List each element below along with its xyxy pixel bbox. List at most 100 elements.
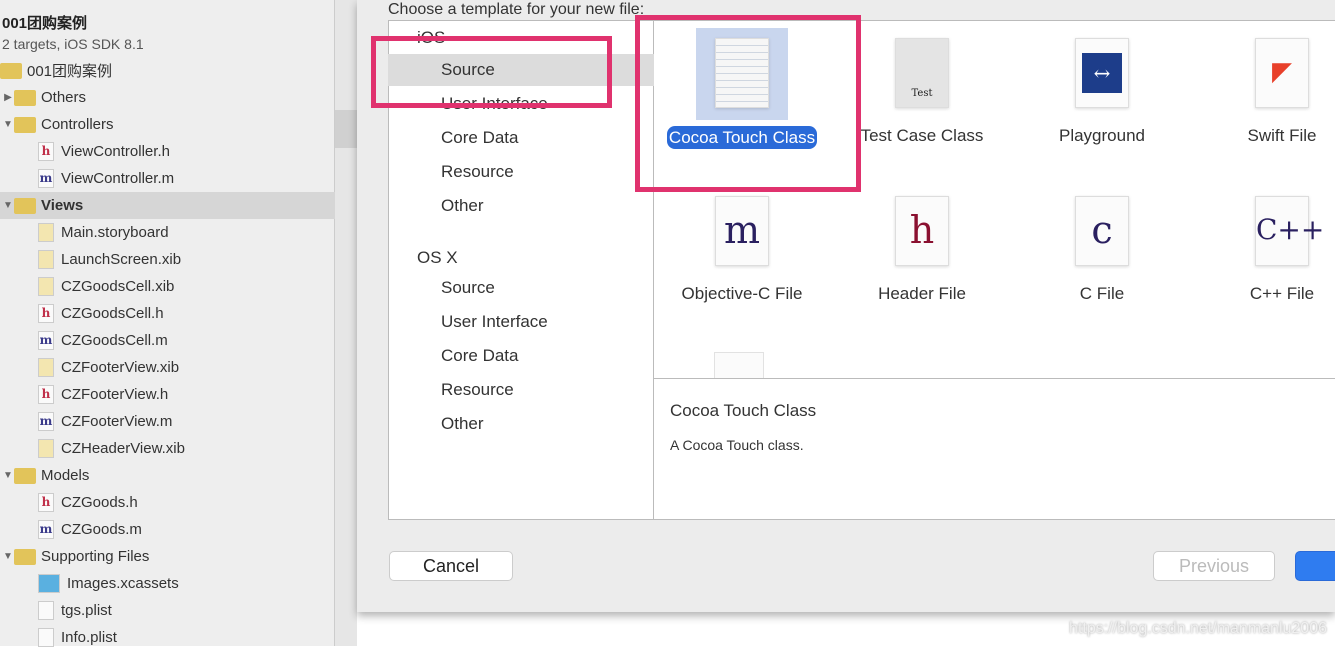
m-file-icon: m	[38, 412, 54, 431]
navigator-item-label: tgs.plist	[61, 602, 112, 619]
navigator-item-label: CZGoods.h	[61, 494, 138, 511]
disclosure-triangle-icon[interactable]: ▼	[2, 119, 14, 130]
disclosure-triangle-icon[interactable]: ▶	[2, 92, 14, 103]
navigator-item[interactable]: h CZFooterView.h	[0, 381, 335, 408]
navigator-item[interactable]: m CZFooterView.m	[0, 408, 335, 435]
template-description: Cocoa Touch Class A Cocoa Touch class.	[654, 378, 1335, 519]
category-other[interactable]: Other	[441, 414, 484, 434]
navigator-item[interactable]: m CZGoodsCell.m	[0, 327, 335, 354]
navigator-item[interactable]: CZGoodsCell.xib	[0, 273, 335, 300]
h-file-icon: h	[38, 385, 54, 404]
navigator-item[interactable]: h ViewController.h	[0, 138, 335, 165]
xib-file-icon	[38, 250, 54, 269]
category-core-data[interactable]: Core Data	[441, 346, 518, 366]
navigator-item-label: Supporting Files	[41, 548, 150, 565]
navigator-item[interactable]: ▼ Models	[0, 462, 335, 489]
navigator-item-label: CZHeaderView.xib	[61, 440, 185, 457]
navigator-item[interactable]: ▼ Controllers	[0, 111, 335, 138]
category-resource[interactable]: Resource	[441, 162, 514, 182]
template-icon: ◤	[1255, 38, 1309, 108]
section-header: OS X	[417, 248, 458, 267]
navigator-item[interactable]: 001团购案例	[0, 57, 335, 84]
navigator-item[interactable]: LaunchScreen.xib	[0, 246, 335, 273]
template-c++-file[interactable]: C++ C++ File	[1197, 196, 1335, 304]
template-label: C File	[1079, 284, 1125, 303]
category-source[interactable]: Source	[441, 278, 495, 298]
template-label: C++ File	[1249, 284, 1315, 303]
template-icon: c	[1075, 196, 1129, 266]
folder-icon	[14, 467, 36, 484]
navigator-item[interactable]: tgs.plist	[0, 597, 335, 624]
navigator-item[interactable]: ▶ Others	[0, 84, 335, 111]
navigator-item-label: ViewController.h	[61, 143, 170, 160]
template-label: Swift File	[1247, 126, 1317, 145]
template-header-file[interactable]: h Header File	[837, 196, 1007, 304]
template-icon: m	[715, 196, 769, 266]
navigator-item-label: Controllers	[41, 116, 114, 133]
previous-button[interactable]: Previous	[1153, 551, 1275, 581]
template-label: Test Case Class	[860, 126, 984, 145]
folder-icon	[14, 548, 36, 565]
template-icon: h	[895, 196, 949, 266]
h-file-icon: h	[38, 304, 54, 323]
watermark: https://blog.csdn.net/manmanlu2006	[1069, 620, 1327, 637]
template-c-file[interactable]: c C File	[1017, 196, 1187, 304]
navigator-item-label: Main.storyboard	[61, 224, 169, 241]
navigator-item-label: Info.plist	[61, 629, 117, 646]
template-icon: C++	[1255, 196, 1324, 266]
highlight-box-cocoa-touch	[635, 15, 861, 192]
disclosure-triangle-icon[interactable]: ▼	[2, 470, 14, 481]
navigator-item[interactable]: Main.storyboard	[0, 219, 335, 246]
xib-file-icon	[38, 277, 54, 296]
template-swift-file[interactable]: ◤ Swift File	[1197, 38, 1335, 146]
cancel-button[interactable]: Cancel	[389, 551, 513, 581]
navigator-item-label: CZGoodsCell.m	[61, 332, 168, 349]
navigator-item[interactable]: Images.xcassets	[0, 570, 335, 597]
navigator-item[interactable]: m CZGoods.m	[0, 516, 335, 543]
template-objective-c-file[interactable]: m Objective-C File	[657, 196, 827, 304]
navigator-item[interactable]: m ViewController.m	[0, 165, 335, 192]
navigator-item-label: Models	[41, 467, 90, 484]
category-resource[interactable]: Resource	[441, 380, 514, 400]
navigator-item-label: 001团购案例	[27, 63, 113, 80]
category-other[interactable]: Other	[441, 196, 484, 216]
template-label: Header File	[878, 284, 966, 303]
sb-file-icon	[38, 223, 54, 242]
scrollbar[interactable]	[335, 0, 357, 646]
h-file-icon: h	[38, 142, 54, 161]
m-file-icon: m	[38, 169, 54, 188]
navigator-item-label: Others	[41, 89, 87, 106]
navigator-item[interactable]: Info.plist	[0, 624, 335, 651]
navigator-item[interactable]: CZFooterView.xib	[0, 354, 335, 381]
category-user-interface[interactable]: User Interface	[441, 312, 548, 332]
navigator-item-label: CZFooterView.xib	[61, 359, 180, 376]
navigator-item[interactable]: h CZGoodsCell.h	[0, 300, 335, 327]
folder-icon	[14, 89, 36, 106]
navigator-item[interactable]: ▼ Supporting Files	[0, 543, 335, 570]
template-icon: Test	[895, 38, 949, 108]
disclosure-triangle-icon[interactable]: ▼	[2, 551, 14, 562]
next-button[interactable]	[1295, 551, 1335, 581]
template-label: Objective-C File	[681, 284, 803, 303]
project-subtitle: 2 targets, iOS SDK 8.1	[2, 36, 144, 52]
category-core-data[interactable]: Core Data	[441, 128, 518, 148]
navigator-item-label: CZGoodsCell.h	[61, 305, 164, 322]
project-navigator: 001团购案例 2 targets, iOS SDK 8.1 001团购案例 ▶ O…	[0, 0, 335, 647]
description-text: A Cocoa Touch class.	[670, 437, 804, 453]
navigator-item[interactable]: h CZGoods.h	[0, 489, 335, 516]
navigator-item-label: LaunchScreen.xib	[61, 251, 182, 268]
navigator-item[interactable]: ▼ Views	[0, 192, 335, 219]
xib-file-icon	[38, 358, 54, 377]
disclosure-triangle-icon[interactable]: ▼	[2, 200, 14, 211]
navigator-item-label: CZFooterView.h	[61, 386, 169, 403]
dialog-prompt: Choose a template for your new file:	[388, 1, 645, 18]
template-test-case-class[interactable]: Test Test Case Class	[837, 38, 1007, 146]
template-playground[interactable]: ↔ Playground	[1017, 38, 1187, 146]
partial-template-icon[interactable]	[714, 352, 764, 378]
navigator-item-label: Images.xcassets	[67, 575, 179, 592]
m-file-icon: m	[38, 520, 54, 539]
h-file-icon: h	[38, 493, 54, 512]
folder-icon	[14, 116, 36, 133]
navigator-item[interactable]: CZHeaderView.xib	[0, 435, 335, 462]
highlight-box-source	[371, 36, 612, 108]
